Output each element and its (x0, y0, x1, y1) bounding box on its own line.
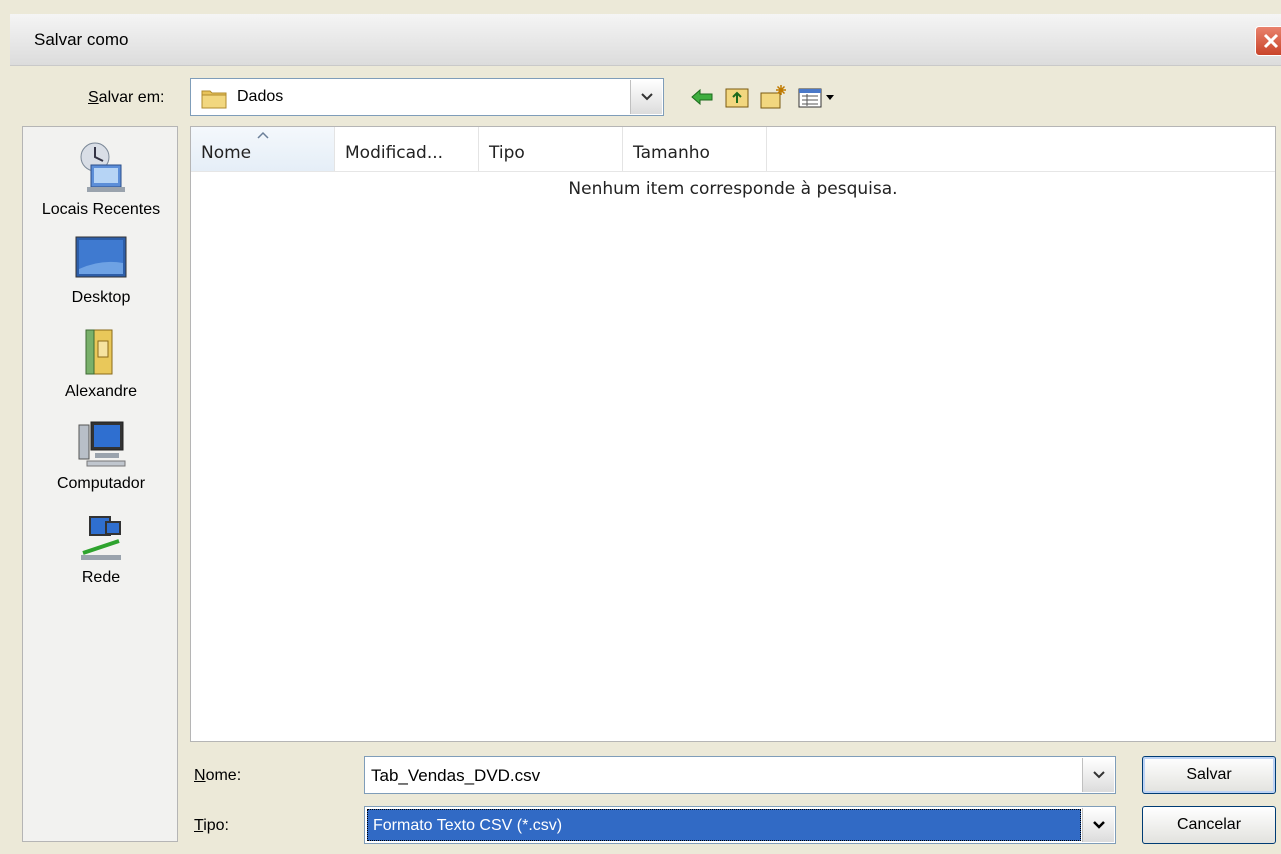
column-header: Nome Modificad... Tipo Tamanho (191, 127, 1275, 172)
column-nome[interactable]: Nome (191, 127, 335, 171)
filetype-selection: Formato Texto CSV (*.csv) (367, 809, 1081, 841)
recent-places-icon (80, 142, 125, 192)
filetype-dropdown-button[interactable] (1082, 808, 1114, 842)
desktop-icon (75, 236, 127, 278)
save-as-dialog: Salvar como Salvar em: Dados Locais Rece… (0, 0, 1281, 854)
view-menu-icon (798, 88, 834, 108)
place-computer[interactable]: Computador (23, 419, 179, 493)
place-label: Desktop (71, 289, 131, 306)
computer-icon (78, 421, 126, 467)
filename-input[interactable]: Tab_Vendas_DVD.csv (364, 756, 1116, 794)
lookin-label: Salvar em: (88, 89, 165, 106)
column-label: Nome (201, 143, 252, 163)
chevron-down-icon (1093, 771, 1105, 779)
filetype-select[interactable]: Formato Texto CSV (*.csv) (364, 806, 1116, 844)
filename-dropdown-button[interactable] (1082, 758, 1114, 792)
column-label: Modificad... (345, 143, 444, 163)
new-folder-icon (760, 85, 786, 109)
empty-message: Nenhum item corresponde à pesquisa. (568, 179, 898, 199)
close-button[interactable] (1255, 26, 1281, 56)
place-user[interactable]: Alexandre (23, 327, 179, 401)
place-label: Rede (81, 569, 121, 586)
place-desktop[interactable]: Desktop (23, 233, 179, 307)
lookin-label-text: alvar em: (98, 89, 165, 106)
lookin-value: Dados (237, 88, 284, 105)
up-folder-icon (725, 88, 749, 108)
back-arrow-icon (691, 88, 713, 106)
filetype-value: Formato Texto CSV (*.csv) (373, 817, 563, 834)
column-modified[interactable]: Modificad... (335, 127, 479, 171)
place-label: Computador (56, 475, 146, 492)
place-recent[interactable]: Locais Recentes (23, 137, 179, 219)
cancel-button[interactable]: Cancelar (1142, 806, 1276, 844)
filetype-label: Tipo: (194, 817, 229, 834)
place-label: Alexandre (64, 383, 138, 400)
up-folder-button[interactable] (722, 82, 752, 112)
chevron-down-icon (641, 93, 653, 101)
place-label: Locais Recentes (41, 201, 161, 218)
lookin-combo[interactable]: Dados (190, 78, 664, 116)
folder-icon (201, 87, 227, 113)
file-list[interactable]: Nome Modificad... Tipo Tamanho Nenhum it… (190, 126, 1276, 742)
column-type[interactable]: Tipo (479, 127, 623, 171)
network-icon (81, 516, 121, 560)
filetype-label-text: ipo: (203, 817, 229, 834)
close-icon (1263, 33, 1279, 49)
save-button[interactable]: Salvar (1142, 756, 1276, 794)
chevron-down-icon (1093, 821, 1105, 829)
filename-label: Nome: (194, 767, 242, 784)
back-button[interactable] (688, 82, 718, 112)
place-network[interactable]: Rede (23, 513, 179, 587)
column-label: Tipo (489, 143, 525, 163)
lookin-dropdown-button[interactable] (630, 80, 662, 114)
filename-label-text: ome: (205, 767, 242, 784)
window-title: Salvar como (34, 30, 129, 49)
column-label: Tamanho (633, 143, 710, 163)
sort-ascending-icon (257, 131, 269, 139)
new-folder-button[interactable] (758, 82, 788, 112)
column-size[interactable]: Tamanho (623, 127, 767, 171)
filename-value: Tab_Vendas_DVD.csv (371, 766, 541, 785)
title-bar[interactable]: Salvar como (10, 14, 1281, 66)
places-bar: Locais Recentes Desktop Alexandre Comput… (22, 126, 178, 842)
view-menu-button[interactable] (796, 82, 840, 112)
user-folder-icon (85, 329, 113, 375)
